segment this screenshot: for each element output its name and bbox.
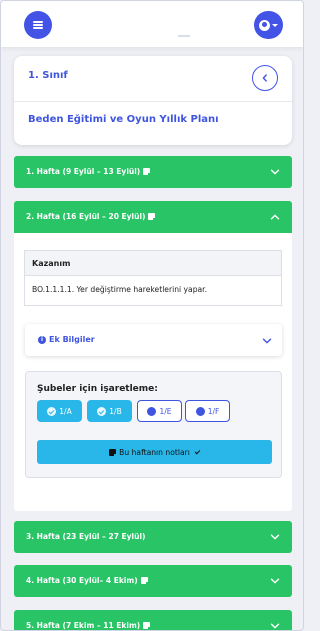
sube-label: 1/F	[207, 406, 220, 416]
ek-bilgiler-title: Ek Bilgiler	[49, 335, 95, 344]
kazanim-table: Kazanım BO.1.1.1.1. Yer değiştirme harek…	[24, 250, 282, 306]
user-menu-button[interactable]	[254, 11, 283, 39]
note-icon	[140, 577, 148, 584]
sube-chip-1b[interactable]: 1/B	[87, 400, 132, 422]
sube-marking-box: Şubeler için işaretleme: 1/A 1/B 1/E 1/F…	[25, 371, 282, 478]
check-circle-icon	[97, 406, 107, 416]
info-icon: i	[38, 336, 46, 344]
sube-label: 1/E	[159, 406, 172, 416]
grade-title: 1. Sınıf	[28, 70, 68, 81]
title-card: 1. Sınıf Beden Eğitimi ve Oyun Yıllık Pl…	[14, 56, 292, 145]
table-header: Kazanım	[25, 251, 281, 276]
note-icon	[148, 213, 156, 220]
notes-button-label: Bu haftanın notları	[119, 447, 190, 457]
week-detail-panel: Kazanım BO.1.1.1.1. Yer değiştirme harek…	[14, 233, 292, 511]
plan-title: Beden Eğitimi ve Oyun Yıllık Planı	[28, 114, 219, 125]
chevron-left-icon	[262, 74, 267, 82]
week-header-1[interactable]: 1. Hafta (9 Eylül – 13 Eylül)	[14, 156, 292, 188]
week-notes-button[interactable]: Bu haftanın notları	[37, 440, 272, 464]
week-label: 5. Hafta (7 Ekim – 11 Ekim)	[26, 621, 151, 630]
chevron-up-icon	[270, 214, 280, 220]
week-label: 2. Hafta (16 Eylül – 20 Eylül)	[26, 212, 156, 221]
card-divider	[14, 101, 292, 102]
note-icon	[143, 622, 151, 629]
menu-button[interactable]	[24, 11, 52, 39]
week-label: 3. Hafta (23 Eylül – 27 Eylül)	[26, 532, 146, 541]
chevron-down-icon	[270, 534, 280, 540]
top-bar	[1, 1, 303, 47]
week-header-3[interactable]: 3. Hafta (23 Eylül – 27 Eylül)	[14, 521, 292, 553]
circle-icon	[147, 406, 157, 416]
chevron-down-icon	[262, 338, 272, 344]
chevron-down-icon	[270, 169, 280, 175]
user-circle-icon	[259, 19, 270, 31]
week-label: 4. Hafta (30 Eylül– 4 Ekim)	[26, 576, 148, 585]
week-header-5[interactable]: 5. Hafta (7 Ekim – 11 Ekim)	[14, 610, 292, 630]
hamburger-icon	[33, 21, 43, 29]
back-button[interactable]	[252, 65, 278, 91]
week-header-4[interactable]: 4. Hafta (30 Eylül– 4 Ekim)	[14, 565, 292, 597]
chevron-down-icon	[270, 623, 280, 629]
circle-icon	[195, 406, 205, 416]
sube-chip-1f[interactable]: 1/F	[185, 400, 230, 422]
week-header-2[interactable]: 2. Hafta (16 Eylül – 20 Eylül)	[14, 201, 292, 233]
week-label: 1. Hafta (9 Eylül – 13 Eylül)	[26, 167, 151, 176]
sube-title: Şubeler için işaretleme:	[37, 384, 158, 394]
app-frame: 1. Sınıf Beden Eğitimi ve Oyun Yıllık Pl…	[0, 0, 304, 631]
table-header-label: Kazanım	[32, 259, 71, 268]
sube-chip-1a[interactable]: 1/A	[37, 400, 82, 422]
sube-label: 1/A	[59, 406, 72, 416]
sube-label: 1/B	[109, 406, 122, 416]
check-icon	[194, 448, 201, 454]
ek-bilgiler-accordion[interactable]: i Ek Bilgiler	[25, 324, 282, 356]
chevron-down-icon	[270, 578, 280, 584]
kazanim-text: BO.1.1.1.1. Yer değiştirme hareketlerini…	[32, 285, 208, 294]
scroll-indicator	[178, 35, 190, 37]
note-icon	[109, 448, 117, 456]
sube-chip-1e[interactable]: 1/E	[137, 400, 182, 422]
check-circle-icon	[47, 406, 57, 416]
note-icon	[143, 168, 151, 175]
caret-down-icon	[272, 23, 278, 27]
